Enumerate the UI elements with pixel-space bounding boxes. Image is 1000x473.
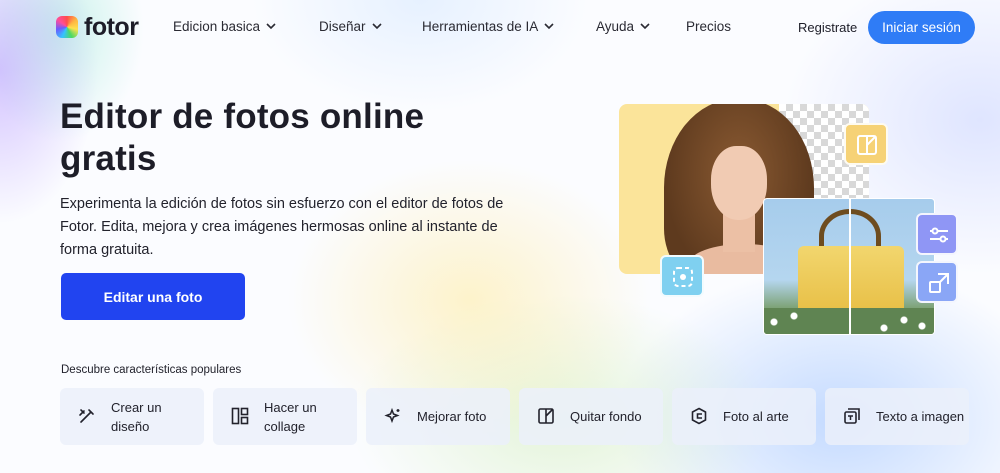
before-after-divider <box>849 199 851 334</box>
resize-icon <box>929 273 949 293</box>
text-to-image-icon <box>844 408 860 424</box>
design-tool-icon <box>79 409 94 423</box>
sliders-icon <box>930 227 948 243</box>
chevron-down-icon <box>266 23 276 30</box>
feature-mejorar-foto[interactable]: Mejorar foto <box>366 388 510 445</box>
refresh-sparkle-icon <box>673 267 693 287</box>
feature-label: Quitar fondo <box>570 409 642 424</box>
fotor-logo-icon <box>56 16 78 38</box>
split-layout-icon <box>857 135 877 155</box>
chevron-down-icon <box>640 23 650 30</box>
remove-background-icon <box>538 408 554 424</box>
logo-text: fotor <box>84 13 139 41</box>
photo-to-art-icon <box>691 407 707 425</box>
feature-label: Mejorar foto <box>417 409 487 424</box>
feature-crear-diseno[interactable]: Crear un diseño <box>60 388 204 445</box>
nav-item-edicion-basica[interactable]: Edicion basica <box>173 19 276 34</box>
resize-tool-tile <box>916 261 958 303</box>
portrait-face <box>711 146 767 220</box>
feature-label: Foto al arte <box>723 409 789 424</box>
feature-foto-al-arte[interactable]: Foto al arte <box>672 388 816 445</box>
edit-photo-button[interactable]: Editar una foto <box>61 273 245 320</box>
nav-item-disenar[interactable]: Diseñar <box>319 19 382 34</box>
nav-item-precios[interactable]: Precios <box>686 19 731 34</box>
hero-title: Editor de fotos online gratis <box>60 97 425 178</box>
feature-label: Hacer un collage <box>264 399 317 434</box>
nav-item-label: Ayuda <box>596 19 635 34</box>
nav-item-label: Precios <box>686 19 732 34</box>
collage-icon <box>231 407 249 425</box>
register-link[interactable]: Registrate <box>798 20 857 35</box>
feature-quitar-fondo[interactable]: Quitar fondo <box>519 388 663 445</box>
features-row: Crear un diseño Hacer un collage Mejorar… <box>60 388 970 445</box>
layout-tool-tile <box>844 123 888 165</box>
top-navigation: fotor Edicion basica Diseñar Herramienta… <box>0 0 1000 56</box>
chevron-down-icon <box>371 23 382 30</box>
hero-description: Experimenta la edición de fotos sin esfu… <box>60 196 504 258</box>
adjust-tool-tile <box>916 213 958 255</box>
login-button[interactable]: Iniciar sesión <box>868 11 975 44</box>
enhance-sparkle-icon <box>384 407 400 424</box>
feature-hacer-collage[interactable]: Hacer un collage <box>213 388 357 445</box>
nav-item-label: Diseñar <box>319 19 366 34</box>
hero-illustration <box>600 95 970 340</box>
bag-body <box>798 246 904 316</box>
chevron-down-icon <box>544 23 554 30</box>
features-heading: Descubre características populares <box>61 364 242 376</box>
nav-item-herramientas-ia[interactable]: Herramientas de IA <box>422 19 554 34</box>
nav-item-label: Edicion basica <box>173 19 261 34</box>
nav-item-label: Herramientas de IA <box>422 19 539 34</box>
ai-tool-tile <box>660 255 704 297</box>
nav-item-ayuda[interactable]: Ayuda <box>596 19 650 34</box>
handbag-image <box>763 198 935 335</box>
feature-label: Texto a imagen <box>876 409 965 424</box>
feature-label: Crear un diseño <box>111 399 162 434</box>
feature-texto-a-imagen[interactable]: Texto a imagen <box>825 388 969 445</box>
fotor-logo[interactable]: fotor <box>56 13 139 41</box>
